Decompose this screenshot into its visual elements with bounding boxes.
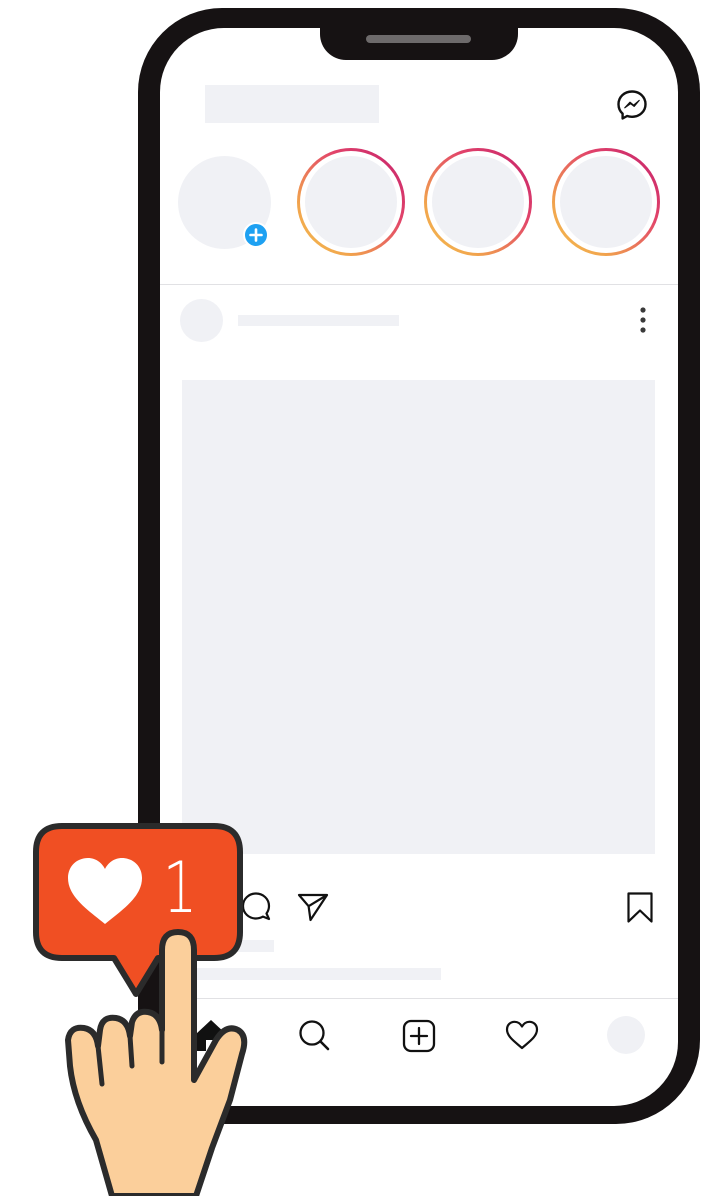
story-item[interactable]: [297, 148, 405, 256]
profile-avatar-tab[interactable]: [607, 1016, 645, 1054]
search-icon[interactable]: [296, 1016, 332, 1054]
messenger-icon[interactable]: [615, 88, 649, 122]
story-item[interactable]: [552, 148, 660, 256]
likes-count-placeholder[interactable]: [182, 940, 274, 952]
home-icon[interactable]: [192, 1016, 230, 1054]
post-author-name-placeholder[interactable]: [238, 315, 399, 326]
app-logo-placeholder: [205, 85, 379, 123]
stories-divider: [160, 284, 678, 285]
like-count-number: 1: [162, 847, 198, 929]
heart-icon: [68, 858, 142, 924]
bottom-nav-divider: [160, 998, 678, 999]
new-post-icon[interactable]: [401, 1018, 437, 1054]
story-item[interactable]: [424, 148, 532, 256]
activity-heart-icon[interactable]: [504, 1018, 540, 1052]
post-author-avatar[interactable]: [180, 299, 223, 342]
story-avatar: [560, 156, 652, 248]
stage: 1: [0, 0, 708, 1196]
share-icon[interactable]: [296, 891, 330, 923]
more-vertical-icon[interactable]: [634, 306, 652, 336]
phone-speaker: [366, 35, 471, 43]
bookmark-icon[interactable]: [625, 891, 655, 925]
add-story-plus-icon: [249, 228, 263, 242]
post-image-placeholder[interactable]: [182, 380, 655, 854]
add-story-button[interactable]: [243, 222, 269, 248]
caption-placeholder: [182, 968, 441, 980]
story-avatar: [432, 156, 524, 248]
comment-icon[interactable]: [238, 889, 274, 925]
story-avatar: [305, 156, 397, 248]
